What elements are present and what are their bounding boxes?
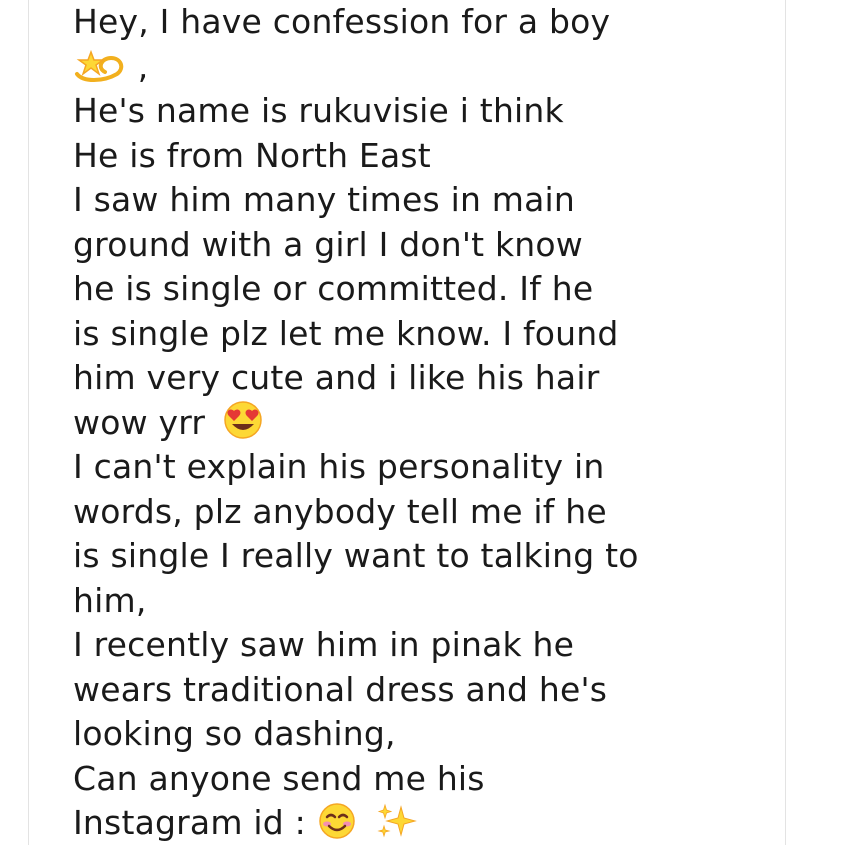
message-line: I saw him many times in main: [73, 180, 576, 219]
message-line-text: wow yrr: [73, 402, 206, 442]
message-line: I can't explain his personality in: [73, 447, 605, 486]
message-line: wow yrr: [73, 401, 773, 446]
message-line: Can anyone send me his: [73, 758, 485, 798]
message-line: is single plz let me know. I found: [73, 313, 619, 353]
heart-eyes-icon: [220, 400, 266, 440]
message-line: words, plz anybody tell me if he: [73, 491, 607, 531]
message-line: I recently saw him in pinak he: [73, 625, 575, 664]
message-line: He's name is rukuvisie i think: [73, 91, 564, 130]
dizzy-icon: [73, 48, 127, 84]
screen: Hey, I have confession for a boy , He's …: [0, 0, 845, 845]
message-line-text: Instagram id :: [73, 803, 306, 842]
message-line: Hey, I have confession for a boy: [73, 2, 611, 41]
message-line: him very cute and i like his hair: [73, 358, 600, 397]
message-line: Instagram id :: [73, 801, 773, 845]
message-line: him,: [73, 580, 147, 620]
smiling-face-icon: [317, 801, 357, 841]
sparkles-icon: [375, 801, 419, 841]
message-line: wears traditional dress and he's: [73, 669, 608, 709]
message-line: he is single or committed. If he: [73, 269, 594, 308]
message-line: looking so dashing,: [73, 714, 396, 753]
confession-message: Hey, I have confession for a boy , He's …: [73, 0, 773, 845]
message-line: ground with a girl I don't know: [73, 224, 583, 264]
message-line: is single I really want to talking to: [73, 536, 639, 575]
message-line-text: ,: [137, 46, 149, 86]
message-line: ,: [73, 45, 773, 90]
message-line: He is from North East: [73, 135, 431, 175]
